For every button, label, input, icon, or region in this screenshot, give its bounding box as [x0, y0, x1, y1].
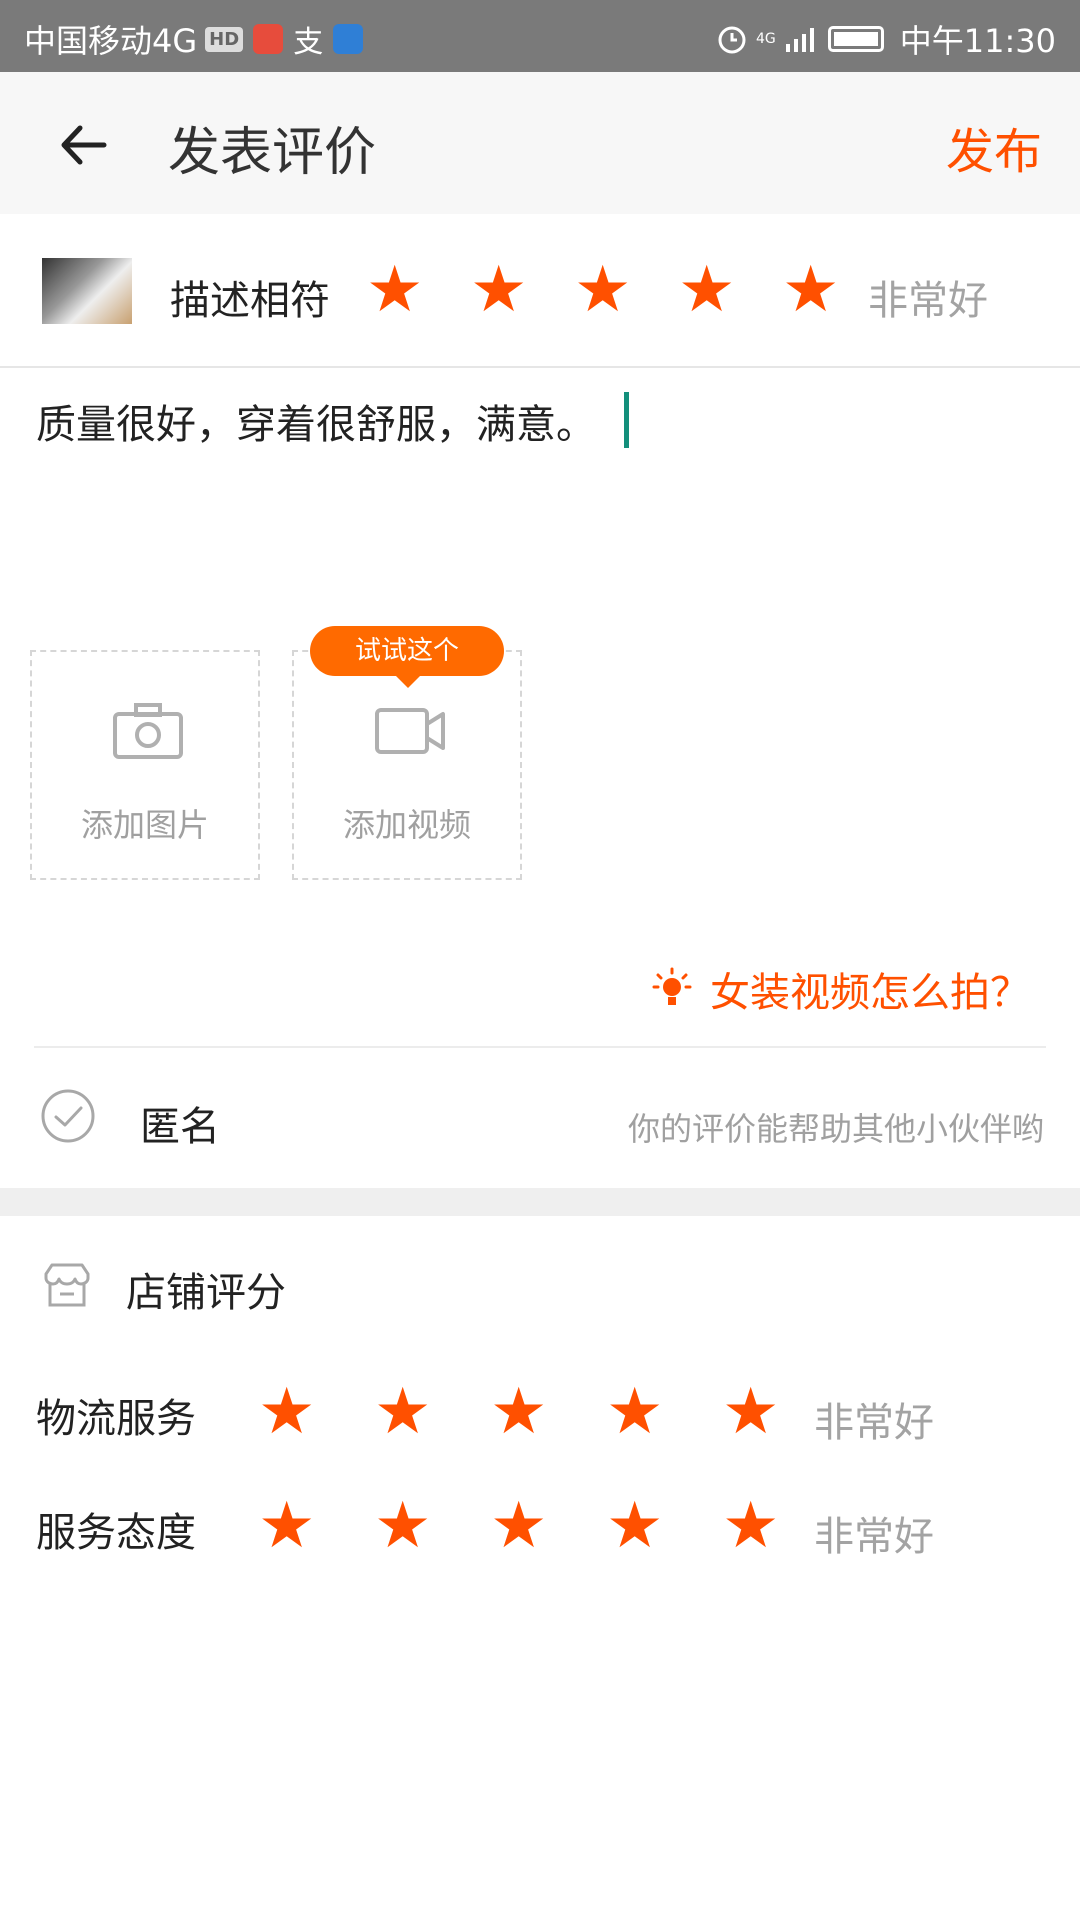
item-rating-stars: ★ ★ ★ ★ ★ — [366, 258, 839, 322]
service-attitude-label: 服务态度 — [36, 1510, 196, 1556]
publish-button[interactable]: 发布 — [946, 112, 1042, 182]
status-left: 中国移动4G HD 支 — [24, 16, 364, 62]
video-camera-icon — [375, 708, 445, 754]
hd-badge: HD — [205, 26, 244, 52]
add-video-label: 添加视频 — [342, 806, 471, 844]
page-title: 发表评价 — [168, 123, 377, 183]
star-icon[interactable]: ★ — [374, 1380, 431, 1444]
app-header: 发表评价 发布 — [0, 72, 1080, 214]
service-attitude-rating-text: 非常好 — [814, 1514, 934, 1560]
item-rating-text: 非常好 — [868, 278, 988, 324]
review-text-input[interactable]: 质量很好，穿着很舒服，满意。 — [36, 392, 596, 450]
logistics-stars: ★ ★ ★ ★ ★ — [258, 1380, 779, 1444]
clock: 中午11:30 — [899, 22, 1056, 60]
item-rating-label: 描述相符 — [170, 278, 330, 324]
anonymous-hint: 你的评价能帮助其他小伙伴哟 — [627, 1110, 1044, 1148]
star-icon[interactable]: ★ — [258, 1380, 315, 1444]
service-attitude-stars: ★ ★ ★ ★ ★ — [258, 1494, 779, 1558]
signal-icon — [785, 28, 814, 52]
star-icon[interactable]: ★ — [490, 1494, 547, 1558]
star-icon[interactable]: ★ — [490, 1380, 547, 1444]
anonymous-row[interactable]: 匿名 你的评价能帮助其他小伙伴哟 — [0, 1048, 1080, 1188]
section-gap — [0, 1188, 1080, 1216]
try-this-tooltip[interactable]: 试试这个 — [310, 626, 504, 688]
anonymous-label: 匿名 — [140, 1104, 220, 1150]
status-bar: 中国移动4G HD 支 4G 中午11:30 — [0, 0, 1080, 72]
lightbulb-icon — [652, 967, 692, 1005]
alipay-icon: 支 — [293, 25, 324, 60]
carrier-label: 中国移动4G — [24, 22, 198, 60]
star-icon[interactable]: ★ — [574, 258, 631, 322]
star-icon[interactable]: ★ — [606, 1494, 663, 1558]
star-icon[interactable]: ★ — [606, 1380, 663, 1444]
network-type: 4G — [756, 31, 776, 47]
product-thumbnail — [42, 258, 132, 324]
star-icon[interactable]: ★ — [374, 1494, 431, 1558]
item-rating-row: 描述相符 ★ ★ ★ ★ ★ 非常好 — [0, 214, 1080, 368]
star-icon[interactable]: ★ — [470, 258, 527, 322]
add-photo-button[interactable]: 添加图片 — [30, 650, 260, 880]
star-icon[interactable]: ★ — [678, 258, 735, 322]
star-icon[interactable]: ★ — [722, 1380, 779, 1444]
star-icon[interactable]: ★ — [722, 1494, 779, 1558]
back-arrow-icon[interactable] — [58, 120, 108, 170]
star-icon[interactable]: ★ — [366, 258, 423, 322]
video-help-link[interactable]: 女装视频怎么拍？ — [652, 960, 1030, 1018]
add-photo-label: 添加图片 — [80, 806, 209, 844]
star-icon[interactable]: ★ — [782, 258, 839, 322]
store-icon — [44, 1263, 90, 1307]
camera-icon — [113, 703, 183, 759]
battery-icon — [827, 26, 884, 52]
shop-rating-title: 店铺评分 — [126, 1270, 286, 1316]
logistics-rating-text: 非常好 — [814, 1400, 934, 1446]
alarm-icon — [718, 26, 746, 54]
bulb-notification-icon — [333, 24, 364, 54]
text-cursor — [624, 392, 629, 448]
app-notification-icon — [253, 24, 284, 54]
video-help-text: 女装视频怎么拍？ — [710, 970, 1030, 1016]
logistics-label: 物流服务 — [36, 1396, 196, 1442]
status-right: 4G 中午11:30 — [716, 16, 1056, 62]
check-circle-icon[interactable] — [40, 1088, 96, 1144]
star-icon[interactable]: ★ — [258, 1494, 315, 1558]
